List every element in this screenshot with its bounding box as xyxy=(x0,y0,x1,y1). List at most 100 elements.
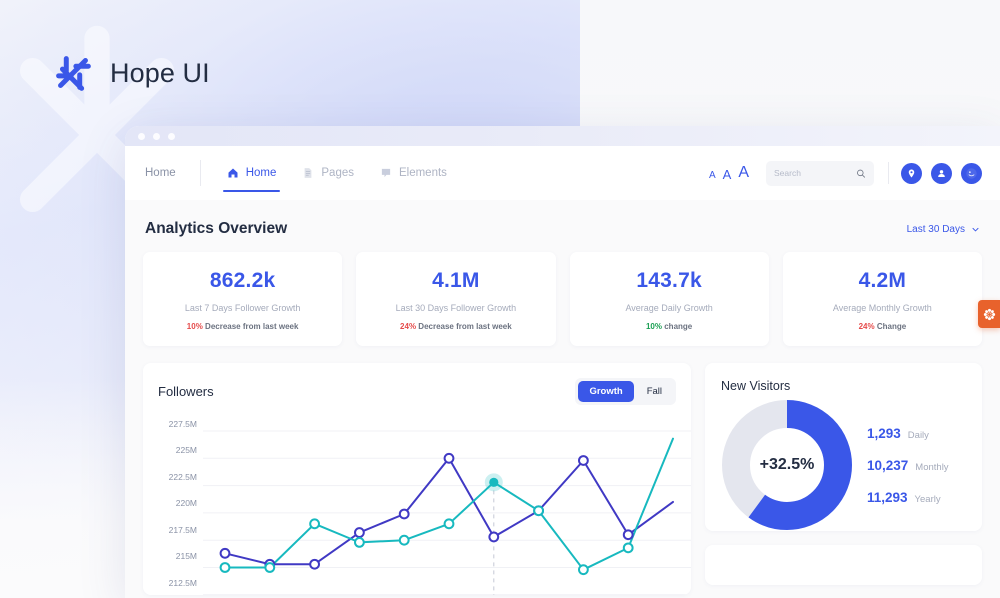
stat-delta: 24% Decrease from last week xyxy=(366,322,545,331)
legend-value: 11,293 xyxy=(867,489,908,505)
avatar-button[interactable] xyxy=(961,162,982,184)
chart-y-axis: 227.5M 225M 222.5M 220M 217.5M 215M 212.… xyxy=(155,419,197,595)
gear-settings-icon xyxy=(983,308,995,320)
donut-row: +32.5% 1,293 Daily 10,237 Monthly 11,293… xyxy=(721,399,966,531)
stat-delta-text: Decrease from last week xyxy=(418,322,512,331)
legend-value: 1,293 xyxy=(867,425,901,441)
followers-chart: 227.5M 225M 222.5M 220M 217.5M 215M 212.… xyxy=(143,419,691,595)
stat-delta-value: 10% xyxy=(645,322,662,331)
avatar-icon xyxy=(966,167,977,179)
stat-delta-value: 10% xyxy=(186,322,203,331)
stat-label: Average Daily Growth xyxy=(625,303,713,313)
toggle-fall-button[interactable]: Fall xyxy=(636,381,673,402)
date-range-label: Last 30 Days xyxy=(906,223,965,235)
new-visitors-title: New Visitors xyxy=(721,379,791,393)
stat-value: 4.1M xyxy=(432,269,480,292)
donut-chart[interactable]: +32.5% xyxy=(721,399,853,531)
brand-logo: Hope UI xyxy=(50,50,210,96)
stat-cards: 862.2k Last 7 Days Follower Growth 10% D… xyxy=(143,252,982,346)
window-dot-minimize[interactable] xyxy=(153,132,160,140)
legend-value: 10,237 xyxy=(867,457,909,473)
location-pin-button[interactable] xyxy=(901,162,922,184)
navbar-right-divider xyxy=(888,162,889,184)
nav-item-pages[interactable]: Pages xyxy=(302,146,354,200)
font-size-large-button[interactable]: A xyxy=(738,165,749,181)
followers-title: Followers xyxy=(158,384,214,399)
home-icon xyxy=(228,168,238,178)
legend-item: 1,293 Daily xyxy=(867,426,949,441)
y-tick-label: 220M xyxy=(175,498,197,509)
settings-tab-button[interactable] xyxy=(978,300,1000,328)
visitors-legend: 1,293 Daily 10,237 Monthly 11,293 Yearly xyxy=(867,426,949,505)
stat-delta-text: change xyxy=(664,322,693,331)
hope-ui-logo-icon xyxy=(56,56,91,91)
toggle-growth-button[interactable]: Growth xyxy=(578,381,634,402)
stat-delta-value: 24% xyxy=(858,322,875,331)
stat-card: 4.2M Average Monthly Growth 24% Change xyxy=(782,252,982,346)
app-window: Home Home Pages Elements A A A Search An… xyxy=(125,126,1000,598)
font-size-controls: A A A xyxy=(709,165,766,182)
nav-item-home[interactable]: Home xyxy=(222,146,281,200)
y-tick-label: 217.5M xyxy=(168,524,197,535)
followers-header: Followers Growth Fall xyxy=(143,378,691,405)
navbar-right: A A A xyxy=(709,160,982,186)
followers-toggle: Growth Fall xyxy=(575,378,676,405)
nav-item-elements-label: Elements xyxy=(398,167,447,179)
window-dot-maximize[interactable] xyxy=(168,132,175,140)
user-profile-button[interactable] xyxy=(931,162,952,184)
navbar-icon-buttons xyxy=(901,162,982,184)
navbar-brand-label[interactable]: Home xyxy=(145,167,200,179)
y-tick-label: 215M xyxy=(175,551,197,562)
window-dot-close[interactable] xyxy=(138,132,145,140)
stat-card: 862.2k Last 7 Days Follower Growth 10% D… xyxy=(143,252,343,346)
legend-label: Yearly xyxy=(914,493,941,505)
stat-label: Average Monthly Growth xyxy=(832,303,932,313)
font-size-medium-button[interactable]: A xyxy=(723,168,732,181)
y-tick-label: 227.5M xyxy=(168,419,197,429)
search-icon[interactable] xyxy=(856,168,866,179)
location-pin-icon xyxy=(908,169,915,177)
brand-name: Hope UI xyxy=(110,57,210,88)
new-visitors-card: New Visitors +32.5% 1,293 Daily 10,237 M… xyxy=(705,363,982,531)
right-column: New Visitors +32.5% 1,293 Daily 10,237 M… xyxy=(705,363,982,585)
stat-value: 4.2M xyxy=(858,269,907,292)
stat-value: 143.7k xyxy=(636,269,702,292)
stat-delta-text: Change xyxy=(876,322,907,331)
stat-card: 143.7k Average Daily Growth 10% change xyxy=(569,252,769,346)
top-navbar: Home Home Pages Elements A A A Search xyxy=(125,146,1000,200)
stat-delta: 10% Decrease from last week xyxy=(153,322,332,331)
font-size-small-button[interactable]: A xyxy=(709,171,716,181)
chevron-down-icon xyxy=(972,227,979,232)
legend-item: 10,237 Monthly xyxy=(867,458,949,473)
page-header: Analytics Overview Last 30 Days xyxy=(143,200,982,252)
y-tick-label: 212.5M xyxy=(168,577,197,588)
user-profile-icon xyxy=(938,169,945,177)
followers-line-chart-svg[interactable] xyxy=(203,419,691,595)
lower-row: Followers Growth Fall 227.5M 225M 222.5M… xyxy=(143,363,982,595)
stat-delta-value: 24% xyxy=(400,322,417,331)
nav-item-elements[interactable]: Elements xyxy=(380,146,447,200)
navbar-links: Home Pages Elements xyxy=(201,146,447,200)
stat-label: Last 30 Days Follower Growth xyxy=(395,303,517,313)
stat-card: 4.1M Last 30 Days Follower Growth 24% De… xyxy=(356,252,556,346)
search-input[interactable] xyxy=(774,168,857,178)
donut-center-label: +32.5% xyxy=(759,456,815,473)
date-range-selector[interactable]: Last 30 Days xyxy=(907,224,980,235)
legend-label: Daily xyxy=(907,429,929,441)
elements-bookmark-icon xyxy=(381,168,391,178)
followers-card: Followers Growth Fall 227.5M 225M 222.5M… xyxy=(143,363,691,595)
search-box[interactable] xyxy=(766,160,874,186)
stat-delta-text: Decrease from last week xyxy=(205,322,299,331)
page-content: Analytics Overview Last 30 Days 862.2k L… xyxy=(125,200,1000,598)
stat-delta: 10% change xyxy=(580,322,759,331)
stat-label: Last 7 Days Follower Growth xyxy=(184,303,301,313)
nav-item-pages-label: Pages xyxy=(321,167,354,179)
window-titlebar xyxy=(125,126,1000,146)
stat-value: 862.2k xyxy=(209,269,276,292)
y-tick-label: 225M xyxy=(175,445,197,456)
pages-document-icon xyxy=(305,168,312,178)
nav-item-home-label: Home xyxy=(245,167,277,179)
next-card-partial xyxy=(705,545,982,585)
stat-delta: 24% Change xyxy=(793,322,972,331)
legend-item: 11,293 Yearly xyxy=(867,490,949,505)
